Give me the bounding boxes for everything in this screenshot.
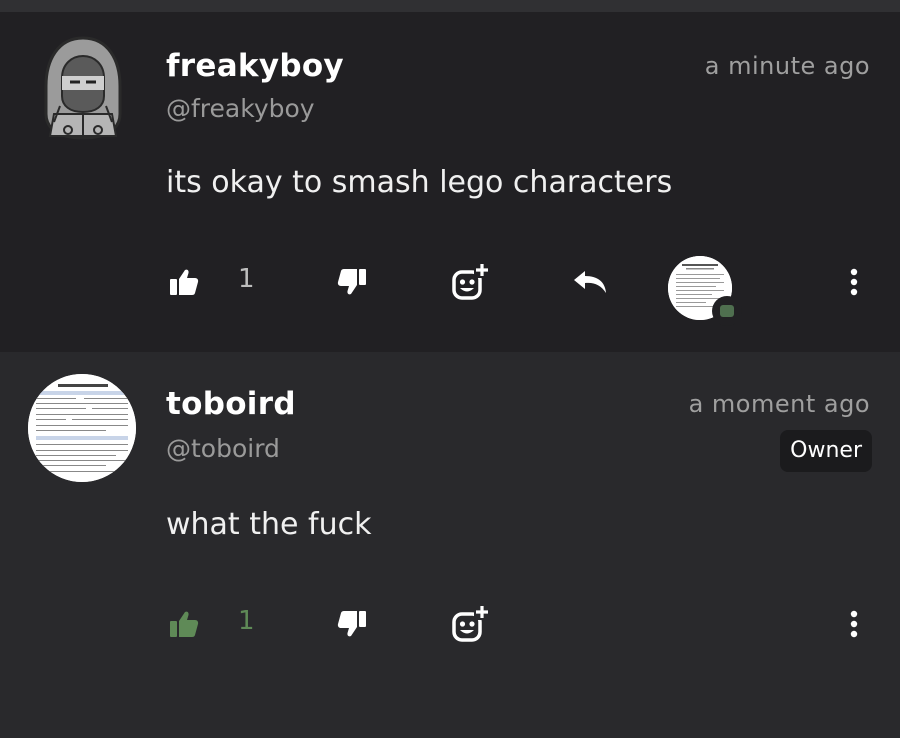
reply-icon [574, 271, 606, 293]
like-count: 1 [238, 264, 255, 294]
job-application-document-avatar-icon [28, 374, 136, 482]
thumbs-up-icon [170, 269, 199, 295]
comment-text: its okay to smash lego characters [166, 165, 673, 200]
add-reaction-button[interactable] [448, 602, 492, 646]
more-icon [850, 268, 858, 296]
timestamp: a moment ago [688, 390, 870, 418]
reply-button[interactable] [568, 262, 612, 302]
like-count: 1 [238, 606, 255, 636]
more-icon [850, 610, 858, 638]
user-handle[interactable]: @freakyboy [166, 94, 315, 123]
user-handle[interactable]: @toboird [166, 434, 280, 463]
add-reaction-icon [452, 264, 490, 300]
comment-actions: 1 [0, 256, 900, 326]
chat-bubble-icon [720, 305, 734, 317]
dislike-button[interactable] [332, 606, 372, 642]
add-reaction-button[interactable] [448, 260, 492, 304]
thumbs-down-icon [337, 611, 366, 637]
more-options-button[interactable] [838, 606, 870, 642]
owner-badge: Owner [780, 430, 872, 472]
timestamp: a minute ago [704, 52, 870, 80]
comment-actions: 1 [0, 598, 900, 648]
like-button[interactable] [164, 264, 204, 300]
like-button[interactable] [164, 606, 204, 642]
top-divider-bar [0, 0, 900, 12]
thumbs-down-icon [337, 269, 366, 295]
comment-item: freakyboy @freakyboy a minute ago its ok… [0, 12, 900, 352]
username[interactable]: toboird [166, 386, 296, 422]
dislike-button[interactable] [332, 264, 372, 300]
comment-item: toboird @toboird a moment ago Owner what… [0, 352, 900, 738]
more-options-button[interactable] [838, 264, 870, 300]
add-reaction-icon [452, 606, 490, 642]
comment-text: what the fuck [166, 507, 372, 542]
thumbs-up-icon [170, 611, 199, 637]
reply-chat-badge [712, 296, 742, 326]
user-avatar[interactable] [28, 374, 136, 482]
hooded-character-avatar-icon [44, 36, 122, 140]
user-avatar[interactable] [40, 36, 126, 140]
username[interactable]: freakyboy [166, 48, 344, 84]
